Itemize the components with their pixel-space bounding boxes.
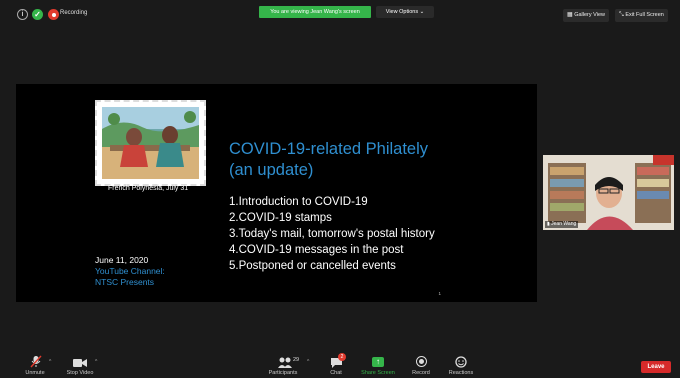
- unmute-options-chevron-icon[interactable]: ^: [49, 359, 51, 365]
- unmute-label: Unmute: [25, 370, 45, 376]
- gallery-view-button[interactable]: ▦ Gallery View: [563, 9, 609, 22]
- chat-label: Chat: [330, 370, 342, 376]
- share-screen-button[interactable]: ↑: [372, 355, 384, 367]
- microphone-muted-icon: [30, 355, 42, 368]
- stamp-caption: French Polynesia, July 31: [108, 185, 189, 192]
- exit-full-screen-button[interactable]: ⤡ Exit Full Screen: [615, 9, 668, 22]
- shared-screen-slide: French Polynesia, July 31 COVID-19-relat…: [16, 84, 537, 302]
- record-button[interactable]: [416, 355, 427, 367]
- chat-badge: 2: [338, 353, 346, 361]
- slide-date: June 11, 2020: [95, 255, 149, 265]
- info-icon[interactable]: i: [17, 9, 28, 20]
- recording-icon[interactable]: [48, 9, 59, 20]
- agenda-item: 3.Today's mail, tomorrow's postal histor…: [229, 228, 435, 240]
- slide-channel-line2: NTSC Presents: [95, 277, 155, 287]
- exit-full-screen-label: Exit Full Screen: [625, 12, 664, 18]
- speaker-video[interactable]: ▮ Jean Wang: [543, 155, 674, 230]
- slide-channel: YouTube Channel: NTSC Presents: [95, 266, 165, 288]
- agenda-item: 5.Postponed or cancelled events: [229, 260, 396, 272]
- agenda-item: 2.COVID-19 stamps: [229, 212, 332, 224]
- slide-title: COVID-19-related Philately (an update): [229, 139, 428, 181]
- view-options-button[interactable]: View Options ⌄: [376, 6, 434, 18]
- slide-agenda-list: 1.Introduction to COVID-19 2.COVID-19 st…: [229, 194, 435, 274]
- video-options-chevron-icon[interactable]: ^: [95, 359, 97, 365]
- viewing-banner: You are viewing Jean Wang's screen: [259, 6, 371, 18]
- share-screen-icon: ↑: [372, 357, 384, 367]
- agenda-item: 1.Introduction to COVID-19: [229, 196, 368, 208]
- gallery-view-label: Gallery View: [574, 12, 605, 18]
- speaker-name-tag: ▮ Jean Wang: [545, 221, 579, 228]
- share-screen-label: Share Screen: [361, 370, 395, 376]
- participants-count: 29: [293, 357, 300, 363]
- slide-channel-line1: YouTube Channel:: [95, 266, 165, 276]
- slide-title-line1: COVID-19-related Philately: [229, 140, 428, 158]
- reactions-icon: [455, 356, 467, 368]
- record-label: Record: [412, 370, 430, 376]
- stop-video-label: Stop Video: [66, 370, 94, 376]
- participants-label: Participants: [268, 370, 298, 376]
- view-options-label: View Options: [385, 9, 419, 15]
- record-icon: [416, 356, 427, 367]
- speaker-name: Jean Wang: [551, 221, 577, 227]
- leave-button[interactable]: Leave: [641, 361, 671, 373]
- reactions-label: Reactions: [448, 370, 474, 376]
- grid-icon: ▦: [567, 12, 573, 18]
- signal-icon: ▮: [547, 221, 550, 227]
- participants-icon: [278, 357, 292, 368]
- exit-full-screen-icon: ⤡: [619, 12, 624, 18]
- stamp-image: [95, 100, 206, 186]
- participants-options-chevron-icon[interactable]: ^: [307, 359, 309, 365]
- agenda-item: 4.COVID-19 messages in the post: [229, 244, 404, 256]
- video-camera-icon: [73, 359, 87, 367]
- slide-title-line2: (an update): [229, 161, 314, 179]
- chevron-down-icon: ⌄: [419, 9, 425, 15]
- slide-number: 1: [438, 291, 441, 296]
- recording-label: Recording: [60, 10, 88, 16]
- shield-icon[interactable]: ✓: [32, 9, 43, 20]
